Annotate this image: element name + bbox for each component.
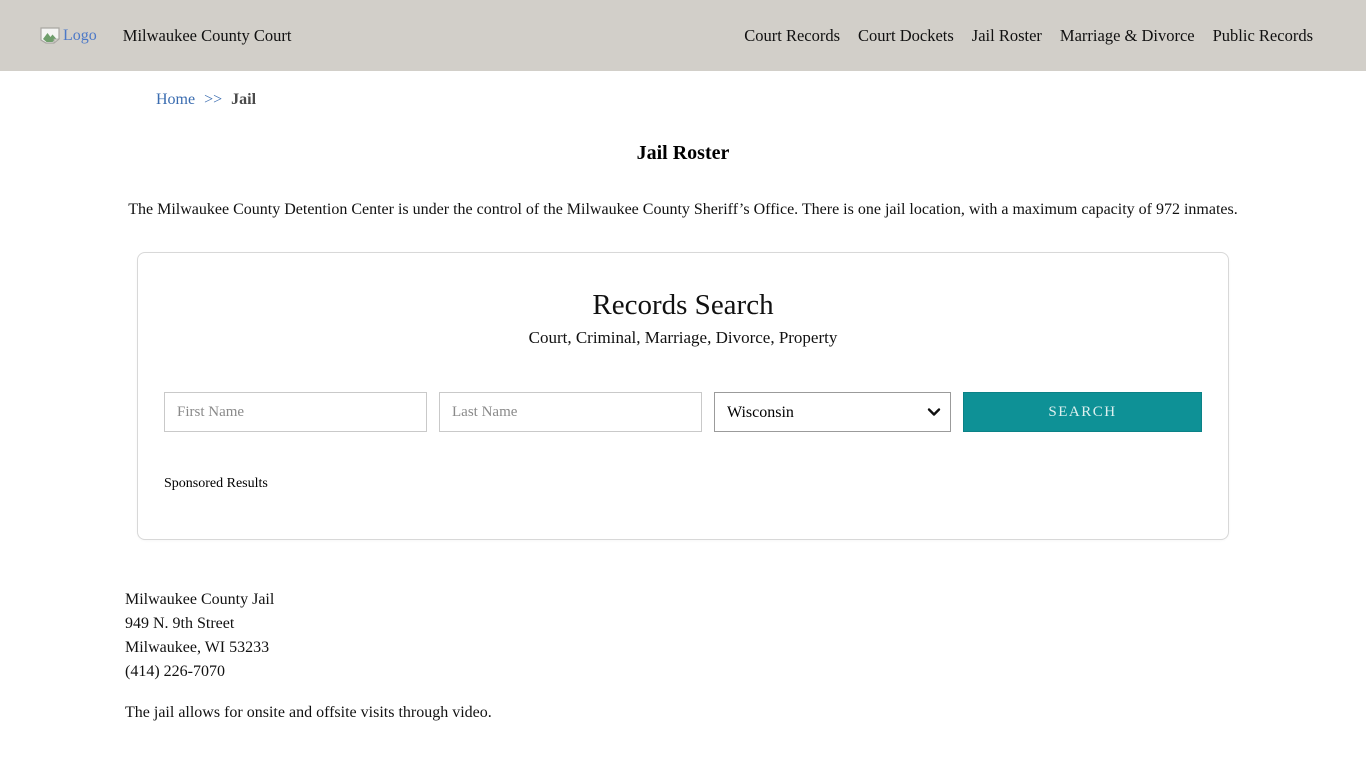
logo-alt-text: Logo	[63, 27, 97, 45]
jail-name: Milwaukee County Jail	[125, 588, 1241, 612]
page-title: Jail Roster	[125, 142, 1241, 165]
site-title: Milwaukee County Court	[123, 26, 292, 46]
brand: Logo Milwaukee County Court	[40, 26, 291, 46]
first-name-input[interactable]	[164, 392, 427, 432]
search-form: Wisconsin SEARCH	[138, 392, 1228, 432]
intro-text: The Milwaukee County Detention Center is…	[125, 201, 1241, 219]
jail-info: Milwaukee County Jail 949 N. 9th Street …	[125, 588, 1241, 684]
jail-street: 949 N. 9th Street	[125, 612, 1241, 636]
sponsored-results-label: Sponsored Results	[164, 476, 1228, 492]
header: Logo Milwaukee County Court Court Record…	[0, 0, 1366, 71]
breadcrumb: Home >> Jail	[125, 91, 1241, 109]
nav-public-records[interactable]: Public Records	[1213, 26, 1313, 46]
nav-jail-roster[interactable]: Jail Roster	[972, 26, 1042, 46]
jail-visit-note: The jail allows for onsite and offsite v…	[125, 704, 1241, 722]
jail-city-state-zip: Milwaukee, WI 53233	[125, 636, 1241, 660]
breadcrumb-home-link[interactable]: Home	[156, 91, 195, 109]
nav-court-records[interactable]: Court Records	[744, 26, 840, 46]
main-content: Home >> Jail Jail Roster The Milwaukee C…	[125, 91, 1241, 722]
records-search-title: Records Search	[138, 253, 1228, 322]
last-name-input[interactable]	[439, 392, 702, 432]
state-select-wrap: Wisconsin	[714, 392, 951, 432]
jail-phone: (414) 226-7070	[125, 660, 1241, 684]
main-nav: Court Records Court Dockets Jail Roster …	[744, 26, 1313, 46]
state-select[interactable]: Wisconsin	[714, 392, 951, 432]
records-search-subtitle: Court, Criminal, Marriage, Divorce, Prop…	[138, 328, 1228, 348]
breadcrumb-current: Jail	[231, 91, 256, 109]
search-button[interactable]: SEARCH	[963, 392, 1202, 432]
records-search-card: Records Search Court, Criminal, Marriage…	[137, 252, 1229, 540]
nav-marriage-divorce[interactable]: Marriage & Divorce	[1060, 26, 1195, 46]
nav-court-dockets[interactable]: Court Dockets	[858, 26, 954, 46]
logo-link[interactable]: Logo	[40, 27, 97, 45]
broken-image-icon	[40, 27, 60, 44]
breadcrumb-separator: >>	[204, 91, 222, 109]
